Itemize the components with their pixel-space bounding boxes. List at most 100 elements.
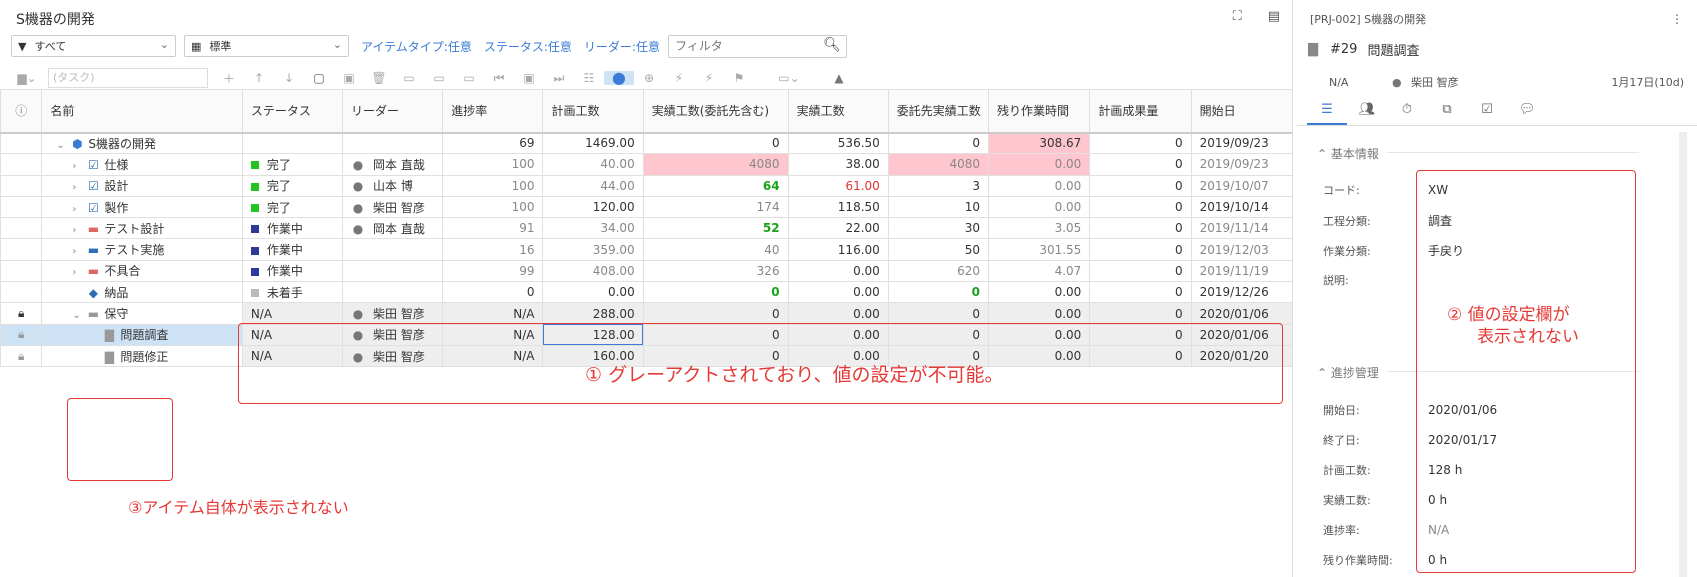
flash-icon[interactable]: ⚡︎	[664, 71, 694, 85]
col-header-actual-all[interactable]: 実績工数(委託先含む)	[642, 89, 789, 134]
col-header-progress[interactable]: 進捗率	[442, 89, 544, 134]
chevron-down-icon[interactable]: ⌄	[72, 310, 84, 321]
name-cell[interactable]: › ☑ 仕様	[41, 153, 243, 176]
page-icon[interactable]: ▢	[304, 71, 334, 85]
tab-basic-icon[interactable]: ☰	[1307, 96, 1347, 125]
chevron-right-icon[interactable]: ›	[72, 161, 84, 172]
col-header-status[interactable]: ステータス	[241, 89, 344, 134]
search-icon[interactable]: 🔍︎	[823, 37, 841, 53]
col-header-vendor[interactable]: 委託先実績工数	[887, 89, 990, 134]
clipboard-icon[interactable]: ▣	[334, 71, 364, 85]
chevron-right-icon[interactable]: ›	[72, 267, 84, 278]
start-cell: 2019/10/07	[1190, 174, 1292, 197]
view-select[interactable]: ▦ 標準 ⌄	[184, 35, 349, 57]
col-header-output[interactable]: 計画成果量	[1089, 89, 1192, 134]
scrollbar[interactable]	[1679, 132, 1687, 577]
table-row[interactable]: ⌄ ⬢ S機器の開発 69 1469.00 0 536.50 0 308.67 0 …	[0, 131, 1292, 155]
status-filter-link[interactable]: ステータス:任意	[484, 38, 572, 55]
item-type-icon[interactable]: ▆⌄	[12, 71, 42, 85]
chevron-right-icon[interactable]: ›	[72, 182, 84, 193]
person-icon: ●	[352, 307, 364, 322]
start-cell: 2019/10/14	[1190, 195, 1292, 219]
progress-cell: 100	[442, 195, 544, 219]
tab-copy-icon[interactable]: ⧉	[1427, 96, 1467, 125]
move-down-icon[interactable]: ↓	[274, 71, 304, 85]
table-row[interactable]: › ☑ 設計 完了 ● 山本 博 100 44.00 64 61.00 3 0.00 …	[0, 174, 1292, 197]
skip-last-icon[interactable]: ⏭︎	[544, 71, 574, 86]
tab-check-icon[interactable]: ☑	[1467, 96, 1507, 125]
level-select[interactable]: ▭⌄	[754, 71, 824, 85]
calendar-start-icon[interactable]: ▭	[394, 71, 424, 85]
table-row[interactable]: › ▬ テスト実施 作業中 16 359.00 40 116.00 50 301.5…	[0, 238, 1292, 261]
col-header-actual[interactable]: 実績工数	[787, 89, 889, 134]
name-cell[interactable]: › ☑ 設計	[41, 174, 243, 197]
table-row[interactable]: › ☑ 仕様 完了 ● 岡本 直哉 100 40.00 4080 38.00 4080…	[0, 153, 1292, 176]
plan-cell: 1469.00	[542, 131, 644, 155]
tab-members-icon[interactable]: 👥︎	[1347, 96, 1387, 125]
actual-cell: 61.00	[787, 174, 889, 197]
tab-schedule-icon[interactable]: ⏱︎	[1387, 96, 1427, 125]
plan-cell: 120.00	[542, 195, 644, 219]
name-cell[interactable]: ⌄ ⬢ S機器の開発	[41, 131, 243, 155]
name-cell[interactable]: ▇ 問題調査	[41, 323, 243, 346]
col-header-name[interactable]: 名前	[41, 89, 243, 134]
flag-icon[interactable]: ⚑	[724, 71, 754, 85]
name-cell[interactable]: › ☑ 製作	[41, 195, 243, 219]
vendor-cell: 3	[887, 174, 990, 197]
table-row[interactable]: › ☑ 製作 完了 ● 柴田 智彦 100 120.00 174 118.50 10 …	[0, 195, 1292, 219]
folder-icon: ▬	[87, 307, 100, 322]
scope-select[interactable]: ▼ すべて ⌄	[11, 35, 176, 57]
warning-icon[interactable]: ▲	[824, 71, 854, 85]
chevron-right-icon[interactable]: ›	[72, 204, 84, 215]
section-basic-title[interactable]: ⌃ 基本情報	[1317, 145, 1379, 162]
hierarchy-icon[interactable]: ☷	[574, 71, 604, 85]
delete-icon[interactable]: 🗑︎	[364, 71, 394, 85]
name-cell[interactable]: ▇ 問題修正	[41, 344, 243, 368]
col-header-remain[interactable]: 残り作業時間	[988, 89, 1091, 134]
name-cell[interactable]: ⌄ ▬ 保守	[41, 302, 243, 325]
progress-cell: 91	[442, 217, 544, 240]
pin-icon[interactable]: ⬤	[604, 71, 634, 85]
detail-meta: N/A ● 柴田 智彦 1月17日(10d)	[1329, 74, 1684, 90]
more-vert-icon[interactable]: ⋮	[1671, 12, 1683, 26]
calendar-icon[interactable]: ▤	[1268, 9, 1280, 24]
col-header-start[interactable]: 開始日	[1190, 89, 1292, 134]
item-type-filter-link[interactable]: アイテムタイプ:任意	[361, 38, 472, 55]
table-row[interactable]: › ▬ 不具合 作業中 99 408.00 326 0.00 620 4.07 0 …	[0, 259, 1292, 283]
chevron-right-icon[interactable]: ›	[72, 246, 84, 257]
remain-cell: 0.00	[988, 281, 1091, 304]
title-actions: ⛶ ▤	[1233, 9, 1280, 24]
status-working-icon	[250, 246, 259, 255]
col-header-leader[interactable]: リーダー	[342, 89, 444, 134]
name-cell[interactable]: ◆ 納品	[41, 281, 243, 304]
tab-comment-icon[interactable]: 💬︎	[1507, 96, 1547, 125]
skip-first-icon[interactable]: ⏮︎	[484, 71, 514, 86]
info-icon[interactable]: ⓘ	[0, 89, 43, 134]
chevron-right-icon[interactable]: ›	[72, 225, 84, 236]
lock-icon: 🔒︎	[18, 306, 25, 321]
task-type-select[interactable]: (タスク)	[48, 68, 208, 88]
col-header-plan[interactable]: 計画工数	[542, 89, 644, 134]
flash-text-icon[interactable]: ⚡︎	[694, 71, 724, 85]
task-name[interactable]: 問題調査	[1367, 40, 1419, 59]
name-cell[interactable]: › ▬ テスト設計	[41, 217, 243, 240]
calendar-end-icon[interactable]: ▭	[424, 71, 454, 85]
leader-filter-link[interactable]: リーダー:任意	[584, 38, 660, 55]
actual-all-cell: 0	[642, 131, 789, 155]
section-progress-title[interactable]: ⌃ 進捗管理	[1317, 364, 1379, 381]
name-cell[interactable]: › ▬ 不具合	[41, 259, 243, 283]
move-up-icon[interactable]: ↑	[244, 71, 274, 85]
table-row[interactable]: ◆ 納品 未着手 0 0.00 0 0.00 0 0.00 0 2019/12/2…	[0, 281, 1292, 304]
table-row[interactable]: 🔒︎ ⌄ ▬ 保守 N/A ● 柴田 智彦 N/A 288.00 0 0.00 0 0…	[0, 302, 1292, 325]
name-cell[interactable]: › ▬ テスト実施	[41, 238, 243, 261]
chevron-down-icon[interactable]: ⌄	[56, 140, 68, 151]
today-icon[interactable]: ▣	[514, 71, 544, 85]
filter-input[interactable]	[667, 34, 847, 58]
fullscreen-icon[interactable]: ⛶	[1233, 9, 1242, 24]
table-row[interactable]: › ▬ テスト設計 作業中 ● 岡本 直哉 91 34.00 52 22.00 30 …	[0, 217, 1292, 240]
add-icon[interactable]: ＋	[214, 70, 244, 87]
status-cell: 作業中	[241, 259, 344, 283]
plan-cell: 408.00	[542, 259, 644, 283]
calendar-range-icon[interactable]: ▭	[454, 71, 484, 85]
download-icon[interactable]: ⊕	[634, 71, 664, 85]
